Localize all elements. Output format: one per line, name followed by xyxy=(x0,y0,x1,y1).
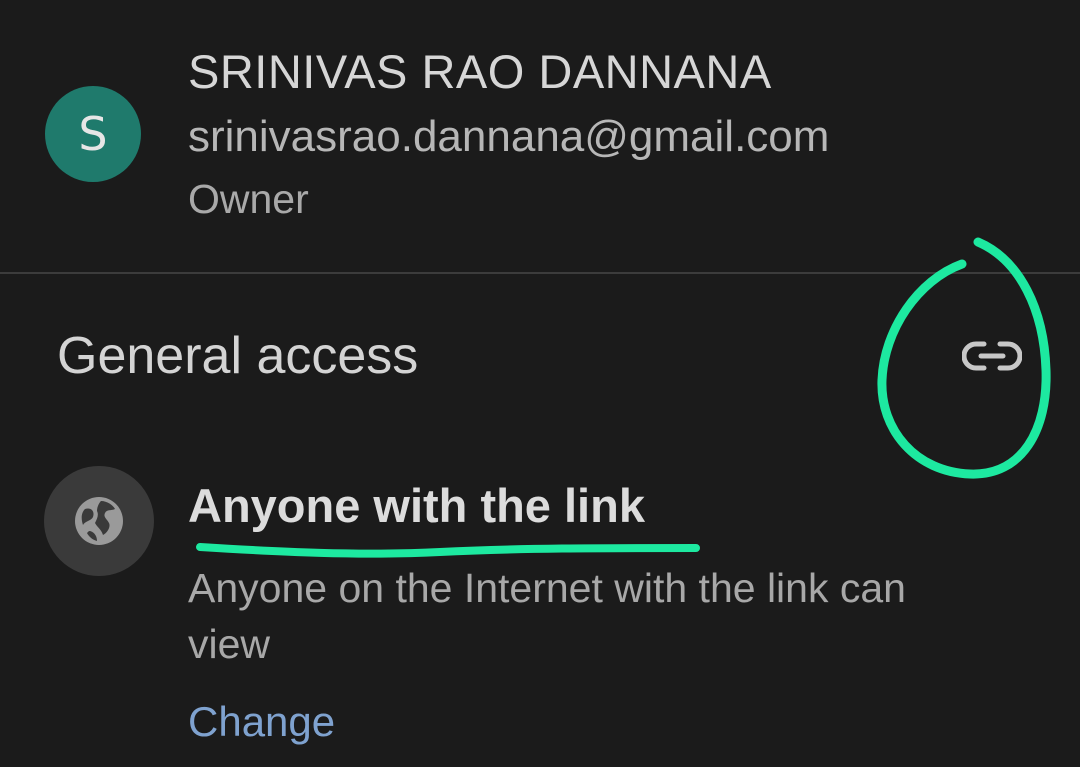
owner-role: Owner xyxy=(188,176,309,222)
owner-email: srinivasrao.dannana@gmail.com xyxy=(188,112,830,161)
owner-row: S SRINIVAS RAO DANNANA srinivasrao.danna… xyxy=(0,0,1080,273)
annotation-underline xyxy=(196,543,700,558)
avatar: S xyxy=(45,86,141,182)
owner-name: SRINIVAS RAO DANNANA xyxy=(188,45,772,98)
link-icon xyxy=(962,341,1022,371)
general-access-title: General access xyxy=(57,327,419,385)
copy-link-button[interactable] xyxy=(956,334,1028,378)
globe-icon xyxy=(75,497,123,545)
access-option-title: Anyone with the link xyxy=(188,479,645,532)
avatar-letter: S xyxy=(78,107,108,161)
access-option-icon xyxy=(44,466,154,576)
change-access-link[interactable]: Change xyxy=(188,698,335,746)
access-option-description: Anyone on the Internet with the link can… xyxy=(188,565,906,667)
divider xyxy=(0,272,1080,274)
